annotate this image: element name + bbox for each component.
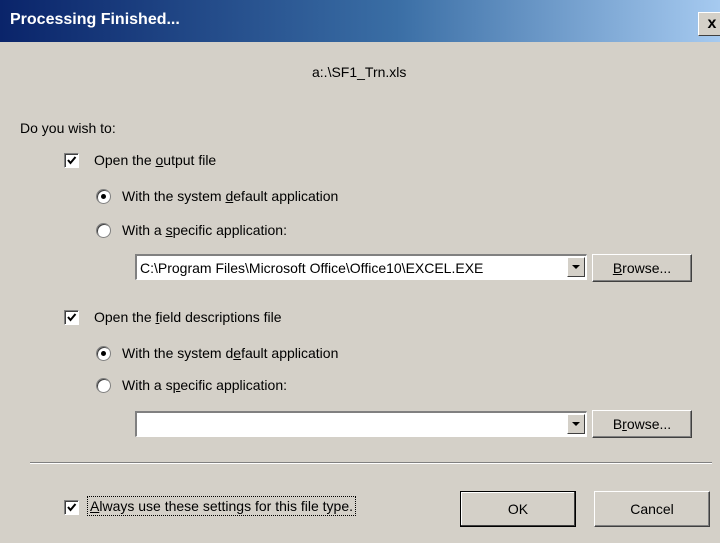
output-default-app-radio[interactable] bbox=[96, 189, 111, 204]
close-icon: x bbox=[707, 15, 717, 32]
checkmark-icon bbox=[67, 503, 77, 512]
field-application-combo[interactable] bbox=[135, 411, 587, 437]
output-application-combo[interactable]: C:\Program Files\Microsoft Office\Office… bbox=[135, 254, 587, 280]
output-specific-app-radio[interactable] bbox=[96, 223, 111, 238]
field-specific-app-label[interactable]: With a specific application: bbox=[122, 377, 287, 393]
dropdown-arrow-icon[interactable] bbox=[567, 414, 585, 434]
separator bbox=[30, 462, 712, 464]
always-use-checkbox[interactable] bbox=[64, 500, 79, 515]
cancel-button[interactable]: Cancel bbox=[594, 491, 710, 527]
output-application-value: C:\Program Files\Microsoft Office\Office… bbox=[140, 260, 484, 276]
field-browse-button[interactable]: Browse... bbox=[592, 410, 692, 438]
open-output-checkbox[interactable] bbox=[64, 153, 79, 168]
open-field-desc-checkbox[interactable] bbox=[64, 310, 79, 325]
output-specific-app-label[interactable]: With a specific application: bbox=[122, 222, 287, 238]
open-output-label[interactable]: Open the output file bbox=[94, 152, 216, 168]
output-default-app-label[interactable]: With the system default application bbox=[122, 188, 338, 204]
dropdown-arrow-icon[interactable] bbox=[567, 257, 585, 277]
field-specific-app-radio[interactable] bbox=[96, 378, 111, 393]
window-title: Processing Finished... bbox=[10, 11, 180, 28]
checkmark-icon bbox=[67, 313, 77, 322]
field-default-app-radio[interactable] bbox=[96, 346, 111, 361]
open-field-desc-label[interactable]: Open the field descriptions file bbox=[94, 309, 282, 325]
prompt-label: Do you wish to: bbox=[20, 120, 116, 136]
close-button[interactable]: x bbox=[698, 12, 720, 36]
ok-button[interactable]: OK bbox=[460, 491, 576, 527]
processing-finished-dialog: Processing Finished... x a:.\SF1_Trn.xls… bbox=[0, 0, 720, 543]
field-default-app-label[interactable]: With the system default application bbox=[122, 345, 338, 361]
output-browse-button[interactable]: Browse... bbox=[592, 254, 692, 282]
title-bar[interactable]: Processing Finished... x bbox=[0, 0, 720, 42]
checkmark-icon bbox=[67, 156, 77, 165]
file-path-label: a:.\SF1_Trn.xls bbox=[312, 64, 407, 80]
always-use-label[interactable]: Always use these settings for this file … bbox=[87, 496, 357, 516]
